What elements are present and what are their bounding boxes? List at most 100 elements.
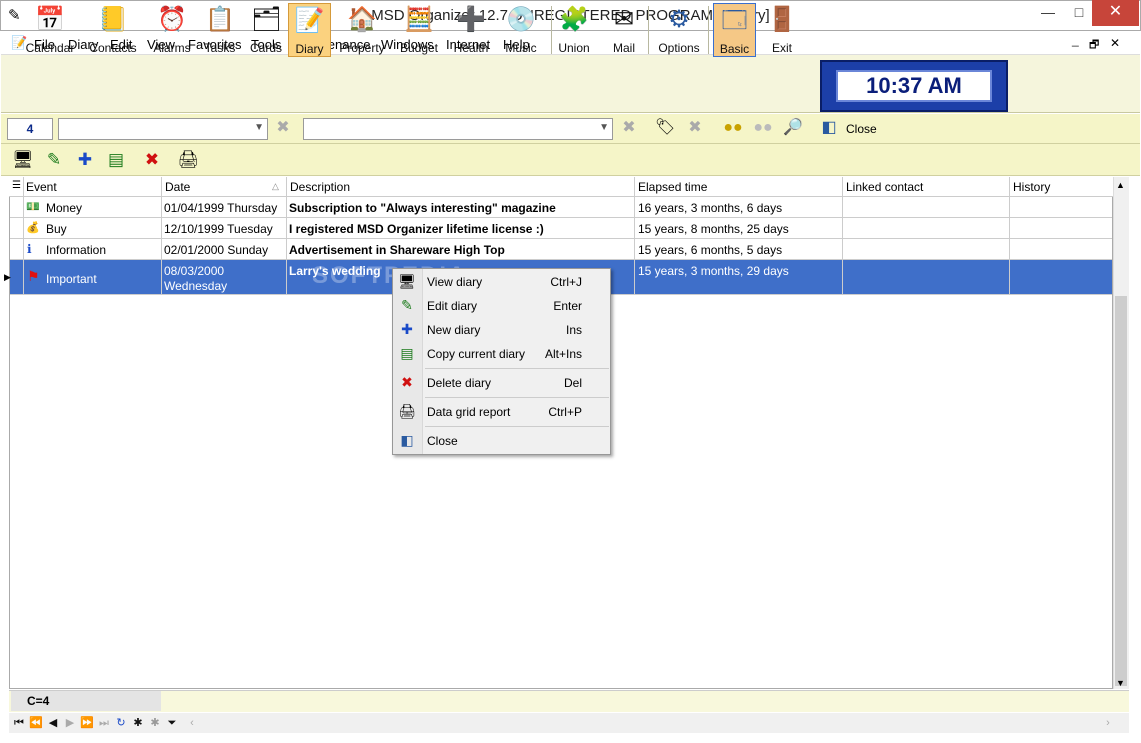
- scroll-right-icon[interactable]: ›: [1100, 715, 1116, 731]
- edit-icon: ✎: [401, 297, 413, 313]
- info-icon: ℹ: [27, 242, 32, 256]
- column-chooser-icon[interactable]: ☰: [12, 180, 21, 191]
- status-count: C=4: [11, 691, 161, 711]
- toolbar-mail-button[interactable]: ✉ Mail: [600, 3, 648, 57]
- tag-filter-icon[interactable]: 🏷: [654, 117, 676, 139]
- context-copy-diary[interactable]: ▤ Copy current diary Alt+Ins: [393, 342, 610, 366]
- scroll-down-icon[interactable]: ▼: [1116, 678, 1125, 688]
- prev-page-icon[interactable]: ⏪: [28, 715, 44, 731]
- context-delete-diary[interactable]: ✖ Delete diary Del: [393, 371, 610, 395]
- view-monitor-icon[interactable]: 🖥: [11, 148, 35, 172]
- window-layout-icon: 🗔: [721, 7, 748, 34]
- search-icon[interactable]: 🔎: [782, 117, 804, 139]
- context-menu: 🖥 View diary Ctrl+J ✎ Edit diary Enter ✚ New …: [392, 268, 611, 455]
- col-header-event[interactable]: Event: [26, 180, 57, 194]
- find-next-icon[interactable]: ●●: [752, 117, 774, 139]
- prev-record-icon[interactable]: ◀: [45, 715, 61, 731]
- first-record-icon[interactable]: ⏮: [11, 715, 27, 731]
- printer-icon[interactable]: 🖨: [176, 148, 200, 172]
- chevron-down-icon[interactable]: ▼: [599, 122, 609, 133]
- menu-separator: [425, 397, 609, 398]
- table-row[interactable]: ℹ Information 02/01/2000 Sunday Advertis…: [10, 239, 1112, 260]
- clear-filter-2-icon[interactable]: ✖: [618, 117, 640, 139]
- status-bar: [9, 690, 1129, 712]
- grid-line: [634, 177, 635, 295]
- scroll-thumb[interactable]: [1115, 296, 1127, 686]
- toolbar-alarms-button[interactable]: ⏰ Alarms: [148, 3, 196, 57]
- col-header-date[interactable]: Date: [165, 180, 190, 194]
- mdi-close-button[interactable]: ✕: [1110, 36, 1120, 50]
- last-record-icon[interactable]: ⏭: [96, 715, 112, 731]
- clear-filter-1-icon[interactable]: ✖: [272, 117, 294, 139]
- toolbar-calendar-button[interactable]: 📅 Calendar: [25, 3, 75, 57]
- toolbar-property-button[interactable]: 🏠 Property: [336, 3, 388, 57]
- toolbar-exit-button[interactable]: 🚪 Exit: [758, 3, 806, 57]
- maximize-button[interactable]: □: [1066, 0, 1092, 26]
- chevron-down-icon[interactable]: ▼: [254, 122, 264, 133]
- toolbar-diary-button[interactable]: 📝 Diary: [288, 3, 331, 57]
- col-header-elapsed[interactable]: Elapsed time: [638, 180, 707, 194]
- menu-separator: [425, 368, 609, 369]
- col-header-description[interactable]: Description: [290, 180, 350, 194]
- close-filter-label[interactable]: Close: [846, 122, 877, 136]
- grid-line: [161, 177, 162, 295]
- mdi-minimize-button[interactable]: _: [1072, 33, 1079, 47]
- clear-tag-icon[interactable]: ✖: [684, 117, 706, 139]
- toolbar-contacts-button[interactable]: 📒 Contacts: [87, 3, 139, 57]
- context-new-diary[interactable]: ✚ New diary Ins: [393, 318, 610, 342]
- toolbar-music-button[interactable]: 💿 Music: [497, 3, 545, 57]
- copy-icon[interactable]: ▤: [104, 148, 128, 172]
- music-cd-icon: 💿: [506, 6, 536, 33]
- printer-icon: 🖨: [398, 403, 416, 419]
- toolbar-union-button[interactable]: 🧩 Union: [550, 3, 598, 57]
- insert-record-icon[interactable]: ✱: [130, 715, 146, 731]
- scroll-up-icon[interactable]: ▲: [1116, 180, 1125, 190]
- grid-line: [23, 177, 24, 295]
- sort-asc-icon: △: [272, 181, 279, 191]
- contacts-icon: 📒: [98, 6, 128, 33]
- context-close[interactable]: ◧ Close: [393, 429, 610, 453]
- calculator-icon: 🧮: [404, 6, 434, 33]
- toolbar-separator: [648, 6, 649, 54]
- context-edit-diary[interactable]: ✎ Edit diary Enter: [393, 294, 610, 318]
- delete-icon[interactable]: ✖: [140, 148, 164, 172]
- new-icon: ✚: [401, 321, 413, 337]
- mdi-restore-button[interactable]: 🗗: [1089, 36, 1099, 55]
- close-button[interactable]: ✕: [1092, 0, 1139, 26]
- close-window-icon: ◧: [400, 432, 414, 448]
- money-icon: 💵: [26, 201, 40, 213]
- toolbar-tasks-button[interactable]: 📋 Tasks: [196, 3, 244, 57]
- health-cross-icon: ➕: [456, 6, 486, 33]
- alarm-clock-icon: ⏰: [157, 6, 187, 33]
- grid-line: [1009, 177, 1010, 295]
- context-view-diary[interactable]: 🖥 View diary Ctrl+J: [393, 270, 610, 294]
- row-pointer-icon: ▶: [4, 272, 11, 282]
- copy-record-icon[interactable]: ✱: [147, 715, 163, 731]
- table-row[interactable]: 💵 Money 01/04/1999 Thursday Subscription…: [10, 197, 1112, 218]
- table-row[interactable]: 💰 Buy 12/10/1999 Tuesday I registered MS…: [10, 218, 1112, 239]
- toolbar-budget-button[interactable]: 🧮 Budget: [395, 3, 443, 57]
- edit-icon[interactable]: ✎: [42, 148, 66, 172]
- scroll-left-icon[interactable]: ‹: [184, 715, 200, 731]
- next-page-icon[interactable]: ⏩: [79, 715, 95, 731]
- close-window-icon[interactable]: ◧: [818, 117, 840, 139]
- minimize-button[interactable]: —: [1030, 0, 1066, 26]
- new-icon[interactable]: ✚: [73, 148, 97, 172]
- toolbar-options-button[interactable]: ⚙ Options: [654, 3, 704, 57]
- clock-time: 10:37 AM: [836, 70, 992, 102]
- col-header-linked-contact[interactable]: Linked contact: [846, 180, 923, 194]
- toolbar-health-button[interactable]: ➕ Health: [447, 3, 495, 57]
- toolbar-basic-button[interactable]: 🗔 Basic: [713, 3, 756, 57]
- filter-icon[interactable]: ⏷: [164, 715, 180, 731]
- col-header-history[interactable]: History: [1013, 180, 1050, 194]
- next-record-icon[interactable]: ▶: [62, 715, 78, 731]
- filter-combo-1[interactable]: ▼: [58, 118, 268, 140]
- refresh-icon[interactable]: ↻: [113, 715, 129, 731]
- record-count-box[interactable]: 4: [7, 118, 53, 140]
- action-bar: [1, 144, 1140, 176]
- find-icon[interactable]: ●●: [722, 117, 744, 139]
- filter-combo-2[interactable]: ▼: [303, 118, 613, 140]
- envelope-icon: ✉: [613, 6, 635, 33]
- context-data-grid-report[interactable]: 🖨 Data grid report Ctrl+P: [393, 400, 610, 424]
- toolbar-cards-button[interactable]: 🗂 Cards: [242, 3, 290, 57]
